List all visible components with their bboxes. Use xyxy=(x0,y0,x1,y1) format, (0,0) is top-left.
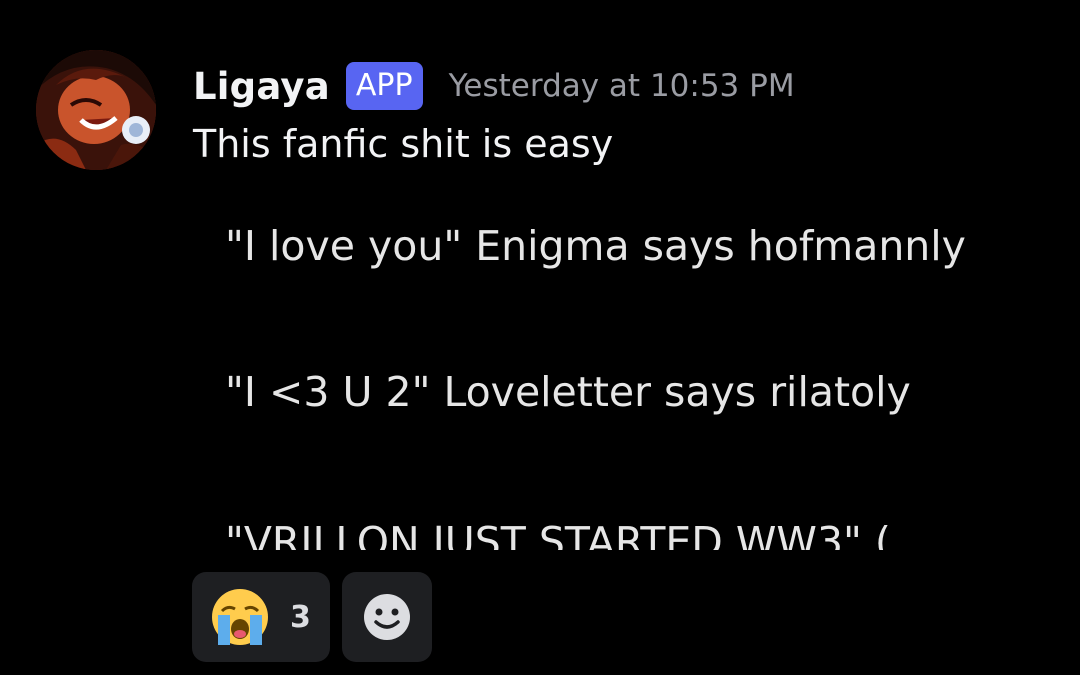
loudly-crying-face-icon xyxy=(212,589,268,645)
crying-reaction-button[interactable]: 3 xyxy=(192,572,330,662)
add-reaction-button[interactable] xyxy=(342,572,432,662)
app-badge: APP xyxy=(345,62,423,110)
reaction-count: 3 xyxy=(290,599,311,635)
attachment-line: "I <3 U 2" Loveletter says rilatoly xyxy=(225,368,911,416)
message-content: This fanfic shit is easy xyxy=(193,122,614,166)
reaction-bar: 3 xyxy=(192,572,432,662)
message-timestamp: Yesterday at 10:53 PM xyxy=(448,68,795,104)
attachment-line: "I love you" Enigma says hofmannly xyxy=(225,222,966,270)
chat-screen: Ligaya APP Yesterday at 10:53 PM This fa… xyxy=(0,0,1080,675)
image-attachment[interactable]: "I love you" Enigma says hofmannly "I <3… xyxy=(193,200,1053,550)
message-header: Ligaya APP Yesterday at 10:53 PM xyxy=(193,58,795,114)
anime-character-avatar-icon xyxy=(36,50,156,170)
attachment-line: "VRILLON JUST STARTED WW3" ( xyxy=(225,518,891,550)
add-reaction-smiley-icon xyxy=(364,594,410,640)
user-avatar[interactable] xyxy=(36,50,156,170)
author-name[interactable]: Ligaya xyxy=(193,65,330,108)
